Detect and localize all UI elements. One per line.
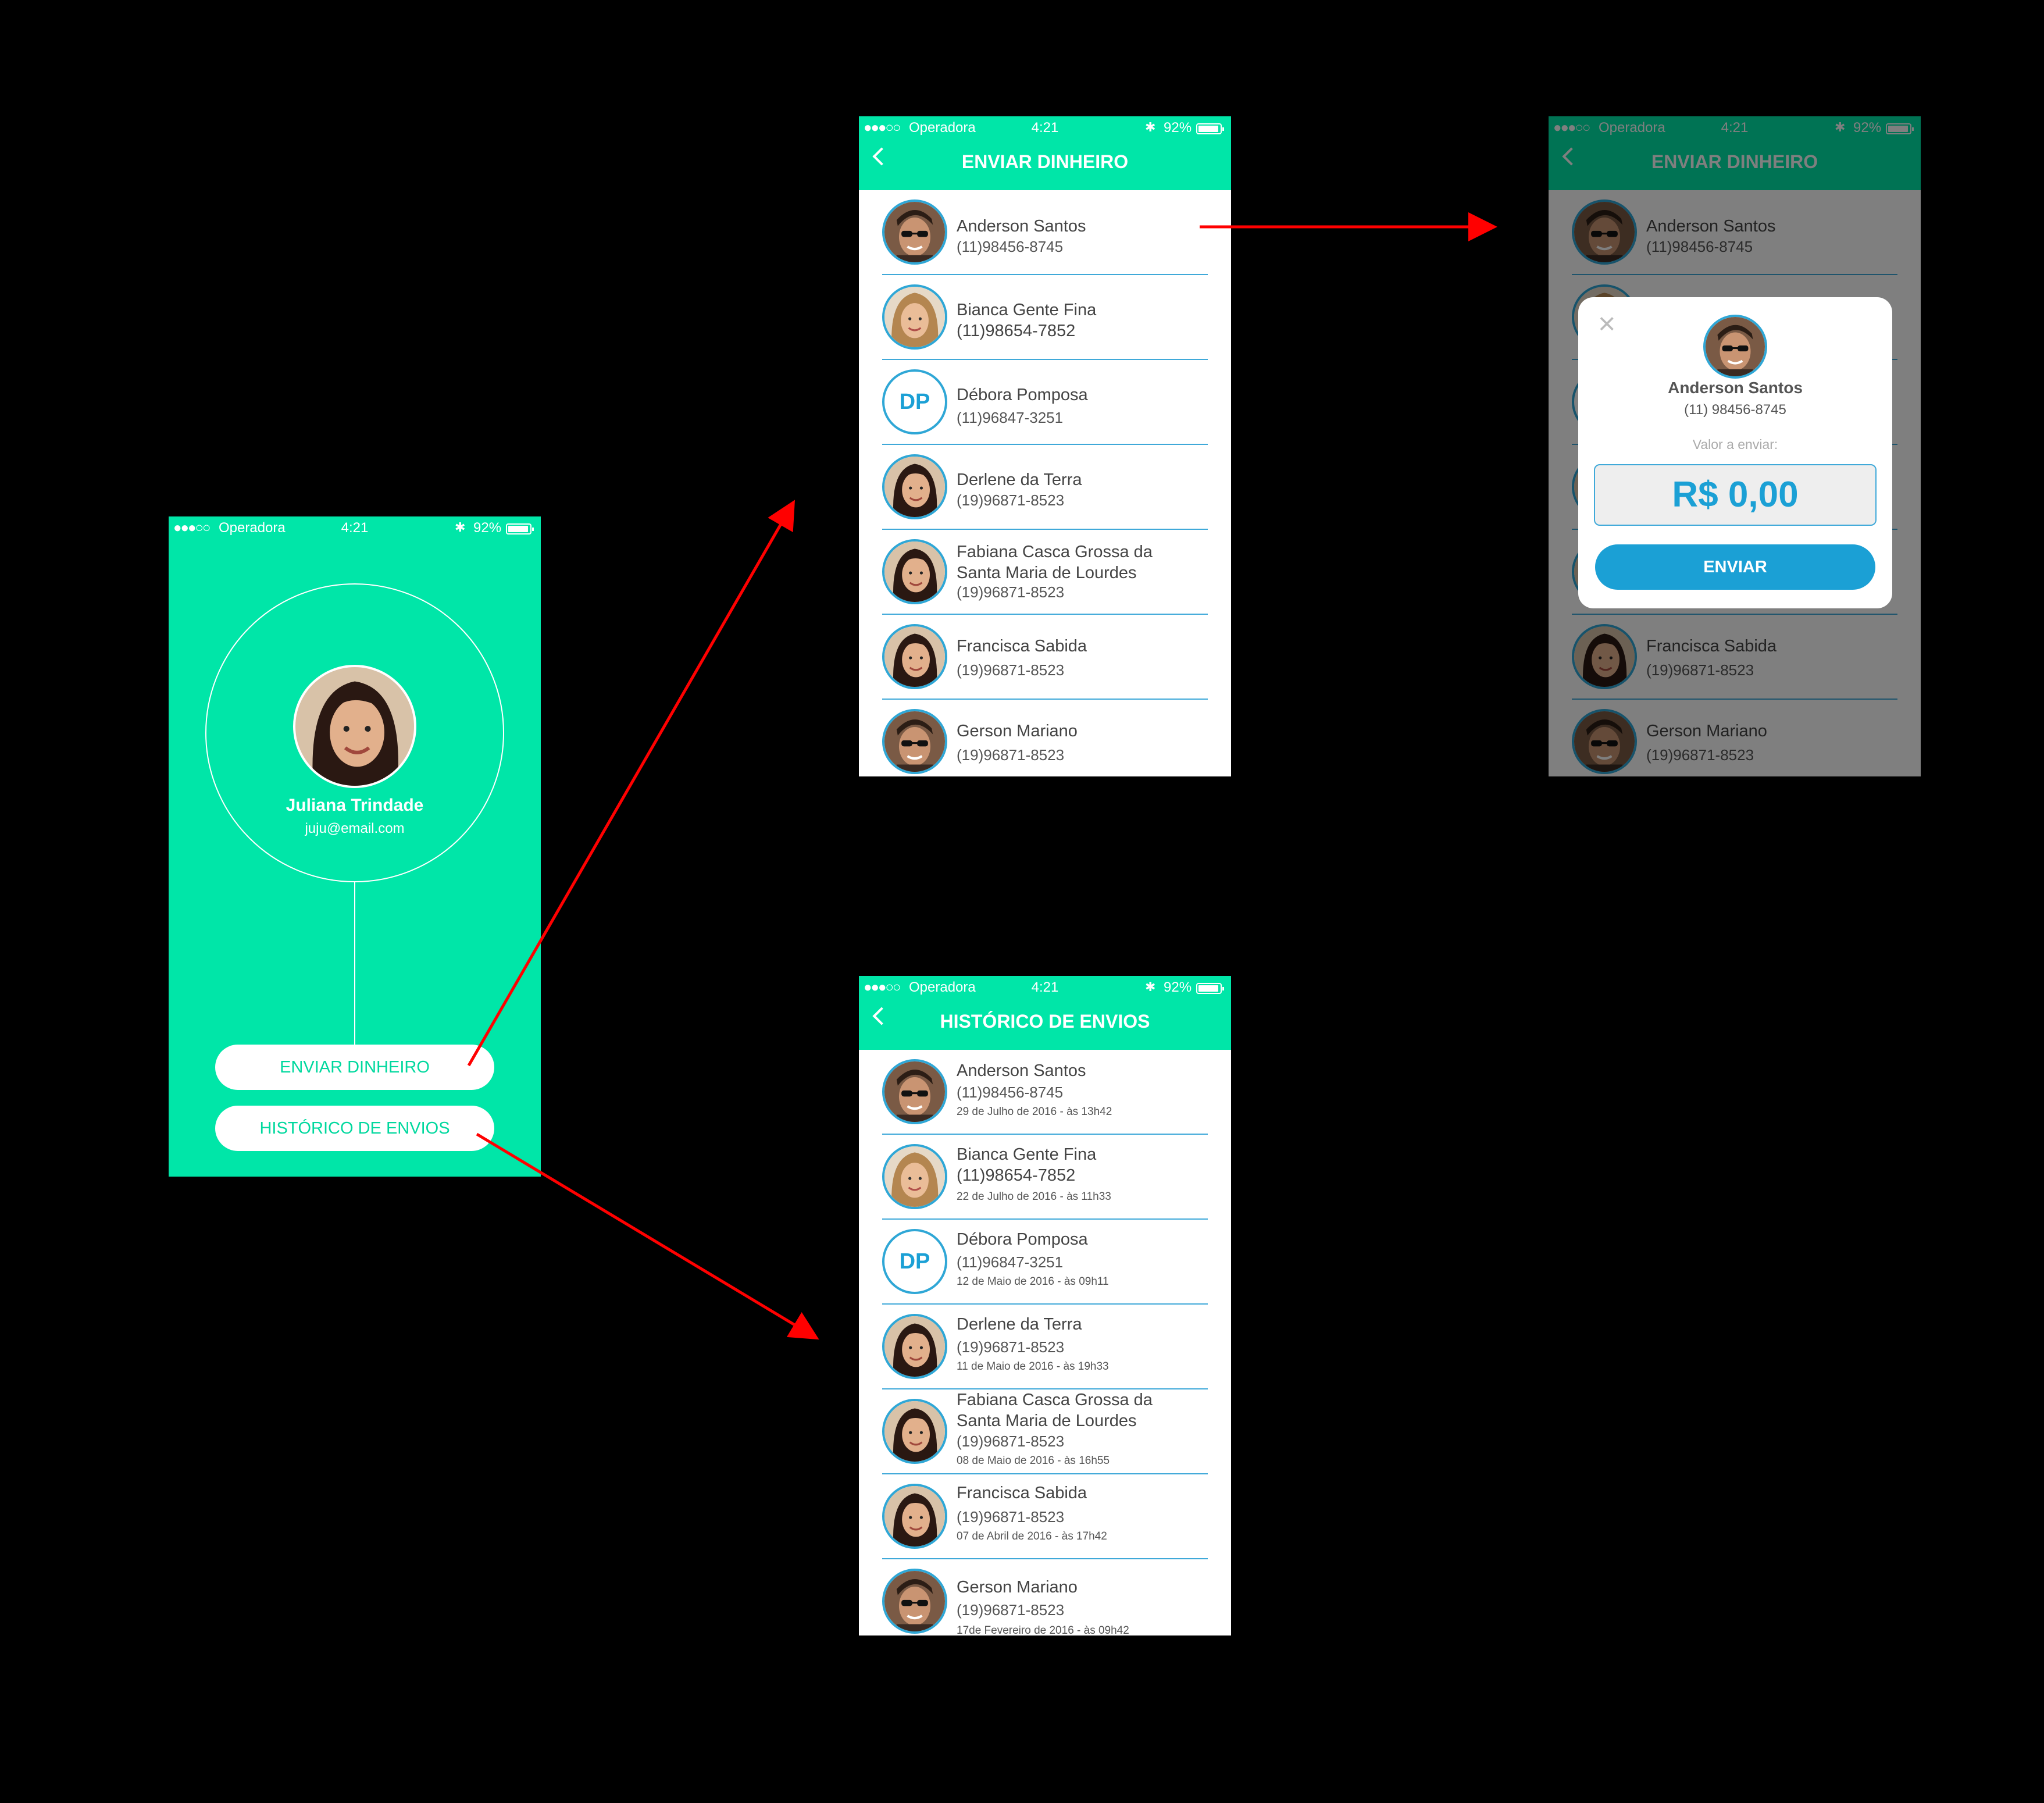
flow-arrows <box>467 212 1497 1340</box>
flow-arrow-to-history <box>476 1132 819 1340</box>
flow-arrow-to-send <box>467 500 795 1067</box>
